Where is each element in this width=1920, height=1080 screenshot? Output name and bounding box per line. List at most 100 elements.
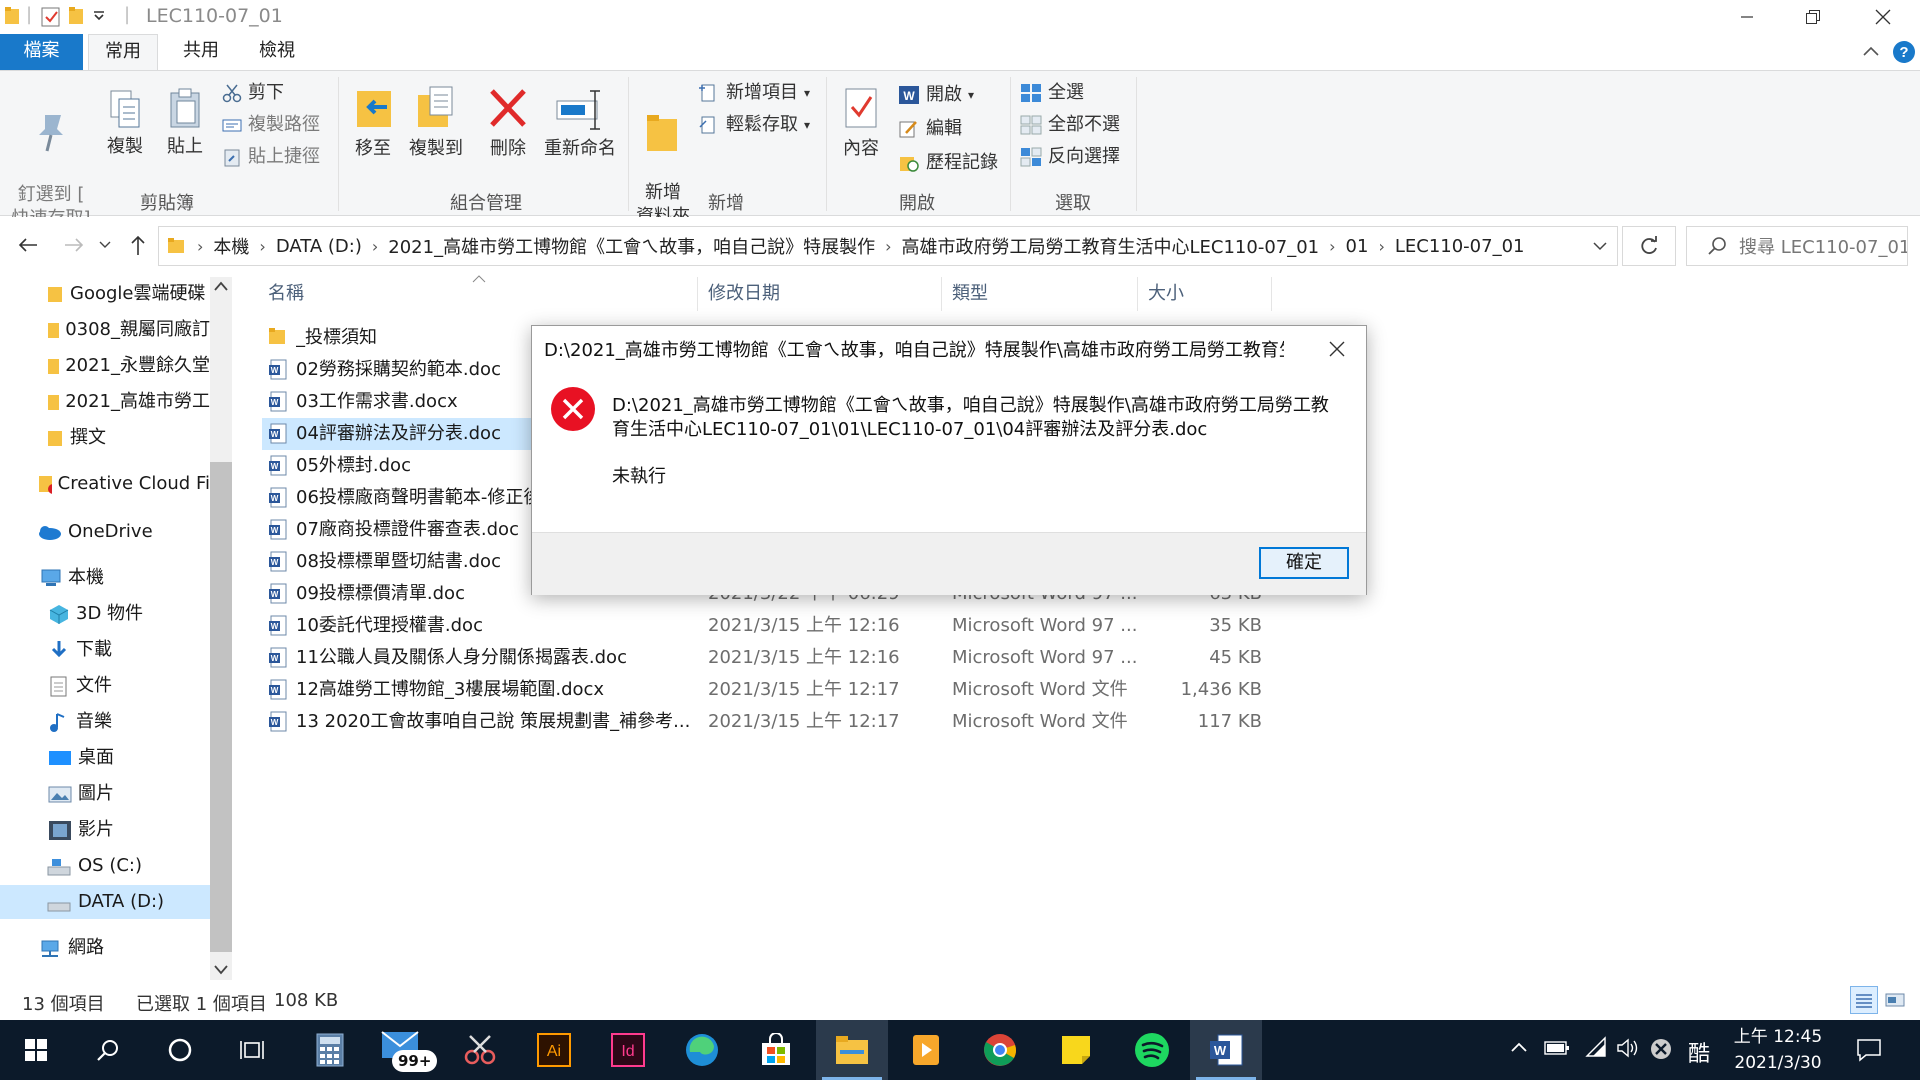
taskbar-search-button[interactable] — [72, 1020, 144, 1080]
ime-indicator[interactable]: 酷 — [1688, 1036, 1710, 1068]
task-view-button[interactable] — [216, 1020, 288, 1080]
taskbar-app-spotify[interactable] — [1116, 1020, 1188, 1080]
tab-share[interactable]: 共用 — [166, 34, 236, 70]
close-window-button[interactable] — [1848, 0, 1918, 34]
chevron-right-icon[interactable]: › — [187, 237, 205, 256]
history-button[interactable]: 歷程記錄 — [898, 149, 998, 177]
breadcrumb-this-pc[interactable]: 本機 — [205, 233, 257, 259]
taskbar-app-file-explorer[interactable] — [816, 1020, 888, 1080]
taskbar-app-indesign[interactable]: Id — [592, 1020, 664, 1080]
recent-locations-button[interactable] — [96, 231, 114, 259]
breadcrumb-current[interactable]: LEC110-07_01 — [1387, 236, 1533, 257]
nav-item-desktop[interactable]: 桌面 — [48, 741, 210, 775]
nav-item-creative-cloud[interactable]: Creative Cloud Fi — [38, 467, 210, 501]
new-item-button[interactable]: 新增項目 ▾ — [698, 79, 810, 107]
start-button[interactable] — [0, 1020, 72, 1080]
nav-scrollbar-thumb[interactable] — [210, 462, 232, 952]
list-item-file[interactable]: W 10委託代理授權書.doc 2021/3/15 上午 12:16 Micro… — [262, 610, 1272, 642]
column-header-type[interactable]: 類型 — [942, 277, 1138, 311]
collapse-ribbon-icon[interactable] — [1862, 44, 1880, 58]
taskbar-app-store[interactable] — [740, 1020, 812, 1080]
nav-item-3d-objects[interactable]: 3D 物件 — [48, 597, 210, 631]
copy-path-button[interactable]: 複製路徑 — [222, 111, 320, 139]
address-dropdown-icon[interactable] — [1593, 241, 1607, 251]
edit-button[interactable]: 編輯 — [898, 115, 962, 143]
tab-home[interactable]: 常用 — [88, 34, 158, 71]
chevron-right-icon[interactable]: › — [1376, 237, 1386, 256]
taskbar-app-snipping[interactable] — [444, 1020, 516, 1080]
details-view-button[interactable] — [1850, 986, 1878, 1014]
breadcrumb-center[interactable]: 高雄市政府勞工局勞工教育生活中心LEC110-07_01 — [894, 233, 1328, 259]
system-clock[interactable]: 上午 12:45 2021/3/30 — [1728, 1024, 1828, 1076]
taskbar-app-sticky-notes[interactable] — [1040, 1020, 1112, 1080]
volume-icon[interactable] — [1616, 1038, 1640, 1058]
taskbar-app-chrome[interactable] — [964, 1020, 1036, 1080]
nav-item-folder-2021-kaohsiung[interactable]: 2021_高雄市勞工 — [48, 385, 210, 419]
scroll-up-icon[interactable] — [214, 280, 228, 292]
move-to-button[interactable]: 移至 — [346, 85, 400, 161]
taskbar-app-word[interactable]: W — [1190, 1020, 1262, 1080]
taskbar-app-calculator[interactable] — [294, 1020, 366, 1080]
column-header-name[interactable]: 名稱 — [232, 277, 698, 311]
invert-selection-button[interactable]: 反向選擇 — [1020, 143, 1120, 171]
nav-item-folder-2021-yfy[interactable]: 2021_永豐餘久堂 — [48, 349, 210, 383]
properties-quick-icon[interactable] — [40, 6, 62, 28]
wifi-icon[interactable] — [1584, 1036, 1608, 1058]
chevron-right-icon[interactable]: › — [1327, 237, 1337, 256]
tab-view[interactable]: 檢視 — [242, 34, 312, 70]
nav-item-folder-writing[interactable]: 撰文 — [48, 421, 210, 455]
ok-button[interactable]: 確定 — [1259, 547, 1349, 579]
delete-button[interactable]: 刪除 — [478, 85, 538, 161]
copy-button[interactable]: 複製 — [98, 87, 152, 159]
new-folder-quick-icon[interactable] — [68, 6, 86, 26]
properties-button[interactable]: 內容 — [834, 85, 888, 161]
forward-button[interactable] — [60, 231, 88, 259]
tray-overflow-icon[interactable] — [1510, 1040, 1528, 1054]
list-item-file[interactable]: W 12高雄勞工博物館_3樓展場範圍.docx 2021/3/15 上午 12:… — [262, 674, 1272, 706]
taskbar-app-video-player[interactable] — [890, 1020, 962, 1080]
cut-button[interactable]: 剪下 — [222, 79, 284, 107]
tab-file[interactable]: 檔案 — [0, 34, 83, 70]
taskbar-app-mail[interactable]: 99+ — [368, 1020, 440, 1080]
restore-button[interactable] — [1778, 0, 1848, 34]
nav-item-os-c[interactable]: OS (C:) — [46, 849, 210, 883]
address-bar[interactable]: › 本機 › DATA (D:) › 2021_高雄市勞工博物館《工會ㄟ故事，咱… — [158, 226, 1618, 266]
list-item-file[interactable]: W 11公職人員及關係人身分關係揭露表.doc 2021/3/15 上午 12:… — [262, 642, 1272, 674]
nav-item-this-pc[interactable]: 本機 — [38, 561, 210, 595]
taskbar-app-illustrator[interactable]: Ai — [518, 1020, 590, 1080]
nav-item-pictures[interactable]: 圖片 — [48, 777, 210, 811]
search-box[interactable]: 搜尋 LEC110-07_01 — [1686, 226, 1908, 266]
large-icons-view-button[interactable] — [1882, 988, 1908, 1012]
blocked-notification-icon[interactable] — [1650, 1038, 1672, 1060]
select-all-button[interactable]: 全選 — [1020, 79, 1084, 107]
nav-item-downloads[interactable]: 下載 — [48, 633, 210, 667]
nav-item-data-d[interactable]: DATA (D:) — [0, 885, 210, 919]
breadcrumb-01[interactable]: 01 — [1338, 236, 1377, 257]
nav-item-folder-0308[interactable]: 0308_親屬同廠訂 — [48, 313, 210, 347]
nav-item-google-drive[interactable]: Google雲端硬碟 — [48, 277, 210, 311]
rename-button[interactable]: 重新命名 — [540, 85, 620, 161]
up-button[interactable] — [124, 231, 152, 259]
quick-access-dropdown-icon[interactable] — [92, 8, 106, 22]
refresh-button[interactable] — [1622, 226, 1676, 266]
list-item-file[interactable]: W 13 2020工會故事咱自己說 策展規劃書_補參考... 2021/3/15… — [262, 706, 1272, 738]
chevron-right-icon[interactable]: › — [883, 237, 893, 256]
open-button[interactable]: W 開啟 ▾ — [898, 81, 974, 109]
paste-shortcut-button[interactable]: 貼上捷徑 — [222, 143, 320, 171]
nav-item-network[interactable]: 網路 — [38, 931, 210, 965]
chevron-right-icon[interactable]: › — [257, 237, 267, 256]
breadcrumb-data-drive[interactable]: DATA (D:) — [268, 236, 370, 257]
column-header-size[interactable]: 大小 — [1138, 277, 1272, 311]
nav-item-videos[interactable]: 影片 — [48, 813, 210, 847]
minimize-button[interactable] — [1712, 0, 1782, 34]
breadcrumb-project[interactable]: 2021_高雄市勞工博物館《工會ㄟ故事，咱自己說》特展製作 — [380, 233, 883, 259]
scroll-down-icon[interactable] — [214, 964, 228, 976]
column-header-date[interactable]: 修改日期 — [698, 277, 942, 311]
back-button[interactable] — [14, 231, 42, 259]
battery-icon[interactable] — [1544, 1040, 1570, 1056]
nav-item-documents[interactable]: 文件 — [48, 669, 210, 703]
paste-button[interactable]: 貼上 — [158, 87, 212, 159]
easy-access-button[interactable]: 輕鬆存取 ▾ — [698, 111, 810, 139]
dialog-close-button[interactable] — [1322, 334, 1352, 364]
cortana-button[interactable] — [144, 1020, 216, 1080]
